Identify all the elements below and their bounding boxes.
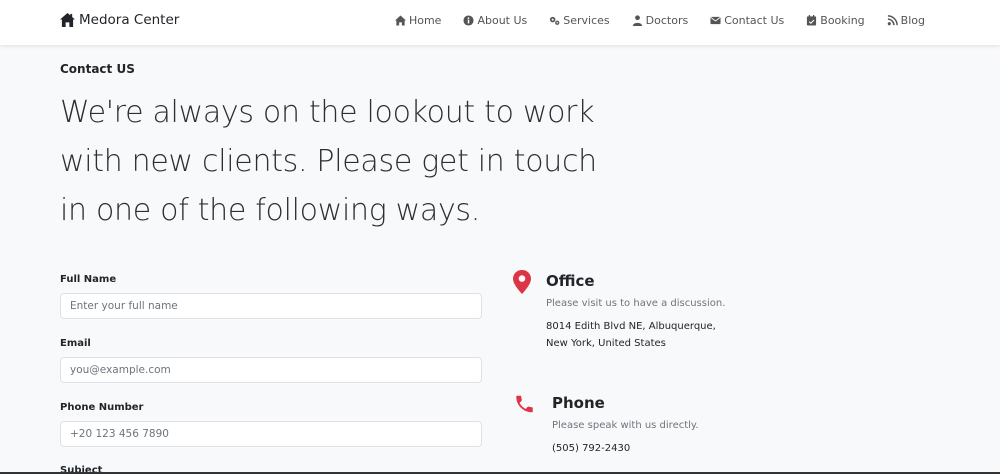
office-address: 8014 Edith Blvd NE, Albuquerque, New Yor…: [546, 318, 716, 352]
nav-item-contact[interactable]: Contact Us: [710, 14, 784, 27]
phone-icon: [516, 395, 533, 413]
phone-number[interactable]: (505) 792-2430: [552, 440, 630, 457]
nav-label: Contact Us: [724, 14, 785, 27]
nav-item-blog[interactable]: Blog: [887, 14, 925, 27]
nav-label: Booking: [820, 14, 865, 27]
nav-item-doctors[interactable]: Doctors: [632, 14, 689, 27]
nav-label: Doctors: [645, 14, 689, 27]
map-marker-icon: [513, 270, 531, 294]
brand-name: Medora Center: [79, 12, 180, 28]
main-nav: Home About Us Services Doctors Contact U…: [394, 14, 925, 27]
home-icon: [394, 15, 406, 26]
email-input[interactable]: [60, 357, 482, 383]
brand-logo[interactable]: Medora Center: [60, 12, 179, 28]
envelope-icon: [710, 16, 721, 25]
user-doctor-icon: [632, 15, 642, 26]
info-circle-icon: [463, 15, 474, 26]
phone-input[interactable]: [60, 421, 482, 447]
nav-label: About Us: [477, 14, 528, 27]
phone-title: Phone: [552, 394, 605, 412]
blog-icon: [887, 15, 898, 26]
phone-subtitle: Please speak with us directly.: [552, 420, 699, 431]
nav-label: Home: [408, 14, 442, 27]
calendar-check-icon: [807, 15, 817, 26]
nav-label: Blog: [900, 14, 925, 27]
section-eyebrow: Contact US: [60, 62, 135, 76]
house-icon: [60, 13, 75, 27]
office-title: Office: [546, 272, 595, 290]
full-name-input[interactable]: [60, 293, 482, 319]
navbar: Medora Center Home About Us Services Doc…: [0, 0, 1000, 45]
nav-item-booking[interactable]: Booking: [806, 14, 865, 27]
nav-label: Services: [563, 14, 610, 27]
nav-item-home[interactable]: Home: [394, 14, 442, 27]
page-headline: We're always on the lookout to work with…: [60, 95, 597, 228]
gears-icon: [550, 16, 560, 25]
nav-item-about[interactable]: About Us: [463, 14, 527, 27]
full-name-label: Full Name: [60, 274, 117, 285]
office-address-line2: New York, United States: [546, 338, 666, 349]
phone-label: Phone Number: [60, 402, 144, 413]
office-address-line1: 8014 Edith Blvd NE, Albuquerque,: [546, 321, 716, 332]
office-subtitle: Please visit us to have a discussion.: [546, 298, 726, 309]
nav-item-services[interactable]: Services: [549, 14, 610, 27]
email-label: Email: [60, 338, 91, 349]
